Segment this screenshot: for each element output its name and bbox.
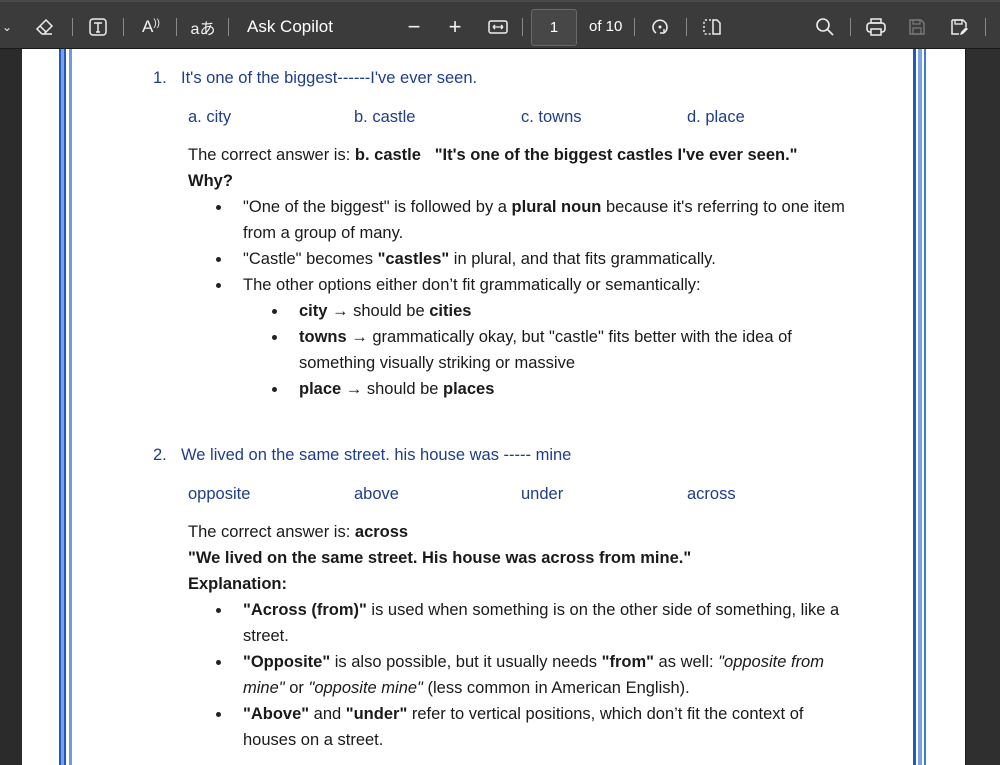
- text-segment: "Above": [243, 705, 310, 723]
- text-segment: "from": [601, 653, 654, 671]
- text-box-icon[interactable]: [85, 15, 111, 39]
- separator: [985, 18, 986, 36]
- bullet-item: "Above" and "under" refer to vertical po…: [216, 701, 853, 753]
- pdf-page: 1. It's one of the biggest------I've eve…: [22, 49, 965, 765]
- option-a: a. city: [188, 108, 232, 126]
- separator: [686, 18, 687, 36]
- text-segment: The correct answer is:: [188, 146, 355, 164]
- search-icon[interactable]: [813, 15, 837, 39]
- explanation-label: Explanation:: [188, 575, 288, 593]
- bullet-item: "Castle" becomes "castles" in plural, an…: [216, 246, 853, 272]
- text-segment: across: [354, 523, 409, 541]
- option-d: across: [687, 485, 736, 503]
- option-b: above: [354, 485, 399, 503]
- text-segment: is also possible, but it usually needs: [330, 653, 602, 671]
- question-number: 1.: [153, 69, 167, 87]
- translate-icon[interactable]: aあ: [188, 15, 218, 39]
- option-d: d. place: [687, 108, 745, 126]
- text-segment: or: [284, 679, 309, 697]
- question-number: 2.: [153, 446, 167, 464]
- text-segment: places: [443, 380, 495, 398]
- option-a: opposite: [188, 485, 251, 503]
- option-c: c. towns: [521, 108, 582, 126]
- zoom-in-icon[interactable]: +: [443, 14, 467, 39]
- text-segment: "Opposite": [243, 653, 331, 671]
- page-border-line: [69, 49, 72, 765]
- text-segment: → grammatically okay, but "castle" fits …: [299, 328, 792, 372]
- text-segment: [421, 146, 435, 164]
- sub-bullet-item: city → should be cities: [272, 298, 859, 324]
- text-segment: "Castle" becomes: [243, 250, 378, 268]
- eraser-icon[interactable]: [32, 15, 58, 39]
- bullet-item: "Across (from)" is used when something i…: [216, 597, 853, 649]
- separator: [123, 18, 124, 36]
- text-segment: towns: [299, 328, 347, 346]
- bullet-item: "One of the biggest" is followed by a pl…: [216, 194, 853, 246]
- fit-width-icon[interactable]: [486, 15, 510, 39]
- text-segment: in plural, and that fits grammatically.: [449, 250, 716, 268]
- explanation-heading: Explanation:: [188, 571, 287, 597]
- bullet-item: The other options either don’t fit gramm…: [216, 272, 853, 298]
- separator: [634, 18, 635, 36]
- answer-sentence: "We lived on the same street. His house …: [188, 545, 691, 571]
- answer-line: The correct answer is: across: [188, 519, 408, 545]
- zoom-out-icon[interactable]: −: [402, 14, 426, 39]
- page-view-icon[interactable]: [700, 15, 724, 39]
- separator: [72, 18, 73, 36]
- question-text: We lived on the same street. his house w…: [181, 446, 572, 464]
- text-segment: "It's one of the biggest castles I've ev…: [434, 146, 798, 164]
- page-total: of 10: [589, 18, 623, 35]
- text-segment: (less common in American English).: [422, 679, 690, 697]
- text-segment: → should be: [341, 380, 444, 398]
- why-heading: Why?: [188, 168, 233, 194]
- separator: [228, 18, 229, 36]
- print-icon[interactable]: [864, 15, 888, 39]
- page-border-line: [924, 49, 926, 765]
- sub-bullet-item: place → should be places: [272, 376, 859, 402]
- text-segment: b. castle: [354, 146, 421, 164]
- text-segment: city: [299, 302, 328, 320]
- text-segment: cities: [429, 302, 472, 320]
- read-aloud-icon[interactable]: A)): [138, 15, 164, 39]
- text-segment: plural noun: [511, 198, 602, 216]
- rotate-icon[interactable]: [648, 15, 672, 39]
- question-text: It's one of the biggest------I've ever s…: [181, 69, 478, 87]
- separator: [522, 18, 523, 36]
- text-segment: "castles": [377, 250, 450, 268]
- save-as-icon[interactable]: [947, 15, 971, 39]
- answer-sentence-text: "We lived on the same street. His house …: [188, 549, 692, 567]
- option-c: under: [521, 485, 564, 503]
- chevron-down-icon[interactable]: ⌄: [0, 15, 14, 39]
- page-border-line: [64, 49, 66, 765]
- page-border-line: [913, 49, 916, 765]
- text-segment: "Across (from)": [243, 601, 367, 619]
- ask-copilot-button[interactable]: Ask Copilot: [247, 17, 333, 37]
- bullet-item: "Opposite" is also possible, but it usua…: [216, 649, 853, 701]
- separator: [176, 18, 177, 36]
- text-segment: and: [309, 705, 346, 723]
- page-number-input[interactable]: 1: [531, 9, 577, 46]
- why-label: Why?: [188, 172, 233, 190]
- text-segment: as well:: [653, 653, 719, 671]
- pdf-toolbar: ⌄ A)) aあ Ask Copilot − + 1 of 10: [0, 0, 1000, 49]
- text-segment: "One of the biggest" is followed by a: [243, 198, 512, 216]
- sub-bullet-item: towns → grammatically okay, but "castle"…: [272, 324, 859, 376]
- left-gutter: [0, 49, 22, 765]
- text-segment: The other options either don’t fit gramm…: [243, 276, 701, 294]
- text-segment: → should be: [327, 302, 430, 320]
- text-segment: place: [299, 380, 342, 398]
- option-b: b. castle: [354, 108, 416, 126]
- page-border-line: [918, 49, 922, 765]
- separator: [850, 18, 851, 36]
- save-icon: [905, 15, 929, 39]
- answer-line: The correct answer is: b. castle "It's o…: [188, 142, 798, 168]
- text-segment: The correct answer is:: [188, 523, 355, 541]
- text-segment: "under": [345, 705, 408, 723]
- vertical-scrollbar[interactable]: [965, 49, 1000, 765]
- text-segment: "opposite mine": [308, 679, 423, 697]
